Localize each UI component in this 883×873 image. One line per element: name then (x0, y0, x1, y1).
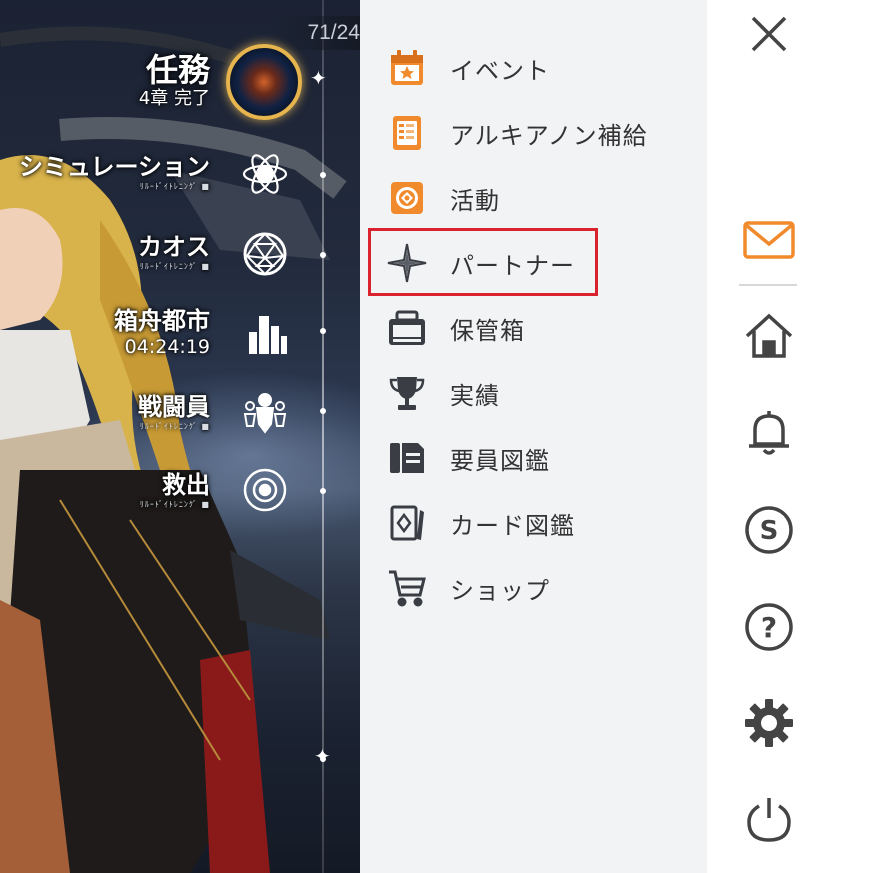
close-icon[interactable] (739, 4, 799, 64)
progress-rail (322, 0, 324, 873)
partner-highlight-box (368, 228, 598, 296)
right-toolbar: S ? (707, 0, 883, 873)
side-menu-panel: イベント アルキアノン補給 活動 パートナー 保管箱 実績 要員図鑑 カード図鑑… (360, 0, 707, 873)
nav-chaos-tag: ﾘﾙｰﾄﾞｲﾄﾚﾆﾝｸﾞ ■ (139, 262, 210, 271)
trophy-icon (384, 370, 430, 416)
menu-item-personnel-index-label: 要員図鑑 (450, 446, 550, 475)
mission-title: 任務 (145, 51, 210, 89)
nav-operatives-label: 戦闘員 (138, 393, 210, 421)
squad-figures-icon[interactable] (241, 388, 289, 436)
character-illustration (0, 26, 347, 873)
nav-simulation-label: シミュレーション (18, 153, 210, 181)
atom-icon[interactable] (241, 150, 289, 198)
power-icon[interactable] (739, 790, 799, 850)
menu-item-card-index-label: カード図鑑 (450, 511, 575, 540)
stamina-counter: 71/24 (270, 16, 360, 50)
menu-item-personnel-index[interactable]: 要員図鑑 (384, 433, 684, 483)
svg-text:?: ? (761, 611, 777, 644)
menu-item-archianon-supply[interactable]: アルキアノン補給 (384, 108, 684, 158)
menu-item-achievements[interactable]: 実績 (384, 368, 684, 418)
nav-ark-city[interactable]: 箱舟都市 04:24:19 (114, 306, 210, 358)
nav-ark-city-label: 箱舟都市 (114, 307, 210, 335)
home-icon[interactable] (739, 306, 799, 366)
sparkle-icon: ✦ (310, 66, 327, 90)
ark-city-timer: 04:24:19 (124, 336, 210, 358)
event-calendar-icon (384, 45, 430, 91)
nav-rescue-tag: ﾘﾙｰﾄﾞｲﾄﾚﾆﾝｸﾞ ■ (139, 500, 210, 509)
city-buildings-icon[interactable] (243, 308, 291, 356)
s-coin-icon[interactable]: S (739, 500, 799, 560)
mail-icon[interactable] (739, 210, 799, 270)
nav-simulation-tag: ﾘﾙｰﾄﾞｲﾄﾚﾆﾝｸﾞ ■ (139, 182, 210, 191)
nav-simulation[interactable]: シミュレーション ﾘﾙｰﾄﾞｲﾄﾚﾆﾝｸﾞ ■ (19, 152, 210, 192)
bell-icon[interactable] (739, 402, 799, 462)
mission-orb-icon[interactable] (226, 44, 302, 120)
settings-gear-icon[interactable] (739, 693, 799, 753)
nav-rescue[interactable]: 救出 ﾘﾙｰﾄﾞｲﾄﾚﾆﾝｸﾞ ■ (140, 470, 210, 510)
menu-item-activity[interactable]: 活動 (384, 173, 684, 223)
rail-node (320, 408, 326, 414)
help-icon[interactable]: ? (739, 597, 799, 657)
menu-item-shop[interactable]: ショップ (384, 563, 684, 613)
nav-operatives-tag: ﾘﾙｰﾄﾞｲﾄﾚﾆﾝｸﾞ ■ (139, 422, 210, 431)
card-album-icon (384, 500, 430, 546)
shopping-cart-icon (384, 565, 430, 611)
menu-item-storage[interactable]: 保管箱 (384, 303, 684, 353)
personnel-files-icon (384, 435, 430, 481)
toolbar-divider (739, 284, 797, 286)
geodesic-sphere-icon[interactable] (241, 230, 289, 278)
menu-item-shop-label: ショップ (450, 576, 550, 605)
rail-node (320, 252, 326, 258)
menu-item-activity-label: 活動 (450, 186, 500, 215)
nav-rescue-label: 救出 (162, 471, 210, 499)
mission-status: 4章 完了 (138, 88, 210, 109)
svg-text:S: S (760, 516, 779, 546)
menu-item-event[interactable]: イベント (384, 43, 684, 93)
menu-item-event-label: イベント (450, 56, 550, 85)
target-circle-icon[interactable] (241, 466, 289, 514)
menu-item-storage-label: 保管箱 (450, 316, 525, 345)
game-scene-background: 71/24 任務 4章 完了 ✦ シミュレーション ﾘﾙｰﾄﾞｲﾄﾚﾆﾝｸﾞ ■… (0, 0, 360, 873)
nav-chaos[interactable]: カオス ﾘﾙｰﾄﾞｲﾄﾚﾆﾝｸﾞ ■ (138, 232, 210, 272)
menu-item-archianon-supply-label: アルキアノン補給 (450, 121, 648, 150)
rail-node (320, 488, 326, 494)
sparkle-icon: ✦ (314, 744, 331, 768)
nav-chaos-label: カオス (138, 233, 210, 261)
supply-card-icon (384, 110, 430, 156)
menu-item-card-index[interactable]: カード図鑑 (384, 498, 684, 548)
rail-node (320, 172, 326, 178)
activity-badge-icon (384, 175, 430, 221)
rail-node (320, 328, 326, 334)
mission-entry[interactable]: 任務 4章 完了 (139, 52, 210, 110)
nav-operatives[interactable]: 戦闘員 ﾘﾙｰﾄﾞｲﾄﾚﾆﾝｸﾞ ■ (138, 392, 210, 432)
storage-box-icon (384, 305, 430, 351)
menu-item-achievements-label: 実績 (450, 381, 500, 410)
